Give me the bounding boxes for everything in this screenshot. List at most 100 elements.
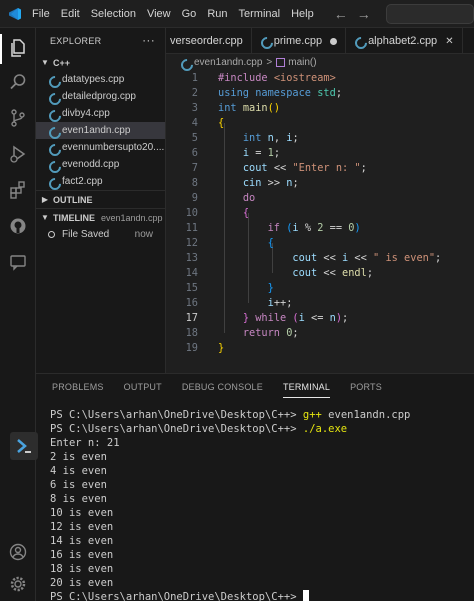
line-number: 3 [191, 102, 198, 114]
terminal-output: 14 is even [50, 535, 114, 547]
tab-output[interactable]: OUTPUT [124, 374, 162, 400]
github-icon[interactable] [6, 214, 30, 238]
modified-dot-icon[interactable] [330, 37, 338, 45]
breadcrumb: even1andn.cpp > main() [166, 54, 474, 71]
terminal-output: 20 is even [50, 577, 114, 589]
code-line: 18 return 0; [166, 326, 474, 341]
title-bar: File Edit Selection View Go Run Terminal… [0, 0, 474, 28]
explorer-sidebar: EXPLORER ··· ▼ C++ datatypes.cpp detaile… [36, 28, 166, 373]
cpp-file-icon [48, 126, 58, 136]
code-text: { [242, 207, 250, 219]
close-icon[interactable]: ✕ [445, 36, 453, 47]
menu-run[interactable]: Run [207, 8, 227, 20]
line-number: 8 [191, 177, 198, 189]
terminal-command: g++ [302, 409, 322, 421]
file-label: even1andn.cpp [62, 125, 131, 136]
code-line: 1 #include <iostream> [166, 71, 474, 86]
terminal-output: 8 is even [50, 493, 107, 505]
source-control-icon[interactable] [6, 106, 30, 130]
code-line: 12 { [166, 236, 474, 251]
timeline-section[interactable]: ▼ TIMELINE even1andn.cpp [36, 209, 165, 226]
menu-go[interactable]: Go [182, 8, 197, 20]
tab-terminal[interactable]: TERMINAL [282, 374, 331, 400]
tab-debug-console[interactable]: DEBUG CONSOLE [182, 374, 263, 400]
folder-cpp[interactable]: ▼ C++ [36, 54, 165, 71]
cpp-file-icon [48, 143, 58, 153]
activity-bar [0, 28, 36, 601]
file-item[interactable]: evenodd.cpp [36, 156, 165, 173]
file-item[interactable]: fact2.cpp [36, 173, 165, 190]
code-line: 19} [166, 341, 474, 356]
menu-view[interactable]: View [147, 8, 171, 20]
breadcrumb-symbol[interactable]: main() [288, 57, 316, 68]
explorer-title: EXPLORER [50, 36, 102, 46]
code-text: return 0; [242, 327, 299, 339]
file-item[interactable]: divby4.cpp [36, 105, 165, 122]
menu-edit[interactable]: Edit [61, 8, 80, 20]
arrow-left-icon[interactable]: ← [334, 6, 348, 22]
code-text: { [218, 117, 225, 129]
timeline-entry[interactable]: File Saved now [36, 226, 165, 243]
tab-alphabet2[interactable]: alphabet2.cpp ✕ [346, 28, 463, 53]
code-line: 4{ [166, 116, 474, 131]
cpp-file-icon [48, 109, 58, 119]
terminal-output: 2 is even [50, 451, 107, 463]
line-number: 10 [185, 207, 198, 219]
code-line: 13 cout << i << " is even"; [166, 251, 474, 266]
tab-prime[interactable]: prime.cpp [251, 28, 347, 53]
code-editor[interactable]: 1 #include <iostream> 2 using namespace st… [166, 71, 474, 373]
outline-section[interactable]: ▶ OUTLINE [36, 191, 165, 208]
search-icon[interactable] [6, 70, 30, 94]
breadcrumb-file[interactable]: even1andn.cpp [194, 57, 262, 68]
menu-terminal[interactable]: Terminal [239, 8, 281, 20]
file-label: fact2.cpp [62, 176, 103, 187]
settings-gear-icon[interactable] [6, 572, 30, 596]
account-icon[interactable] [6, 540, 30, 564]
command-center-search[interactable] [386, 4, 474, 24]
line-number: 16 [185, 297, 198, 309]
line-number: 17 [185, 312, 198, 324]
line-number: 6 [191, 147, 198, 159]
file-item-active[interactable]: even1andn.cpp [36, 122, 165, 139]
line-number: 13 [185, 252, 198, 264]
code-line: 10 { [166, 206, 474, 221]
cpp-file-icon [48, 177, 58, 187]
file-label: datatypes.cpp [62, 74, 125, 85]
arrow-right-icon[interactable]: → [357, 6, 371, 22]
remote-chat-icon[interactable] [6, 250, 30, 274]
terminal-line: PS C:\Users\arhan\OneDrive\Desktop\C++> … [50, 422, 347, 436]
code-text: cin >> n; [242, 177, 299, 189]
code-line: 3 int main() [166, 101, 474, 116]
terminal-output: 12 is even [50, 521, 114, 533]
file-item[interactable]: detailedprog.cpp [36, 88, 165, 105]
chevron-right-icon: ▶ [41, 195, 49, 204]
line-number: 11 [185, 222, 198, 234]
terminal-output: 10 is even [50, 507, 114, 519]
active-indicator [0, 34, 2, 64]
terminal-line: PS C:\Users\arhan\OneDrive\Desktop\C++> [50, 590, 309, 601]
code-line: 14 cout << endl; [166, 266, 474, 281]
tab-problems[interactable]: PROBLEMS [52, 374, 104, 400]
menu-help[interactable]: Help [291, 8, 314, 20]
tab-verseorder[interactable]: verseorder.cpp [166, 28, 252, 53]
terminal-output: 16 is even [50, 549, 114, 561]
tab-label: alphabet2.cpp [368, 35, 438, 47]
file-item[interactable]: datatypes.cpp [36, 71, 165, 88]
file-item[interactable]: evennumbersupto20.... [36, 139, 165, 156]
powershell-icon[interactable] [10, 432, 38, 460]
explorer-icon[interactable] [6, 36, 30, 60]
terminal-cursor [302, 590, 309, 601]
outline-label: OUTLINE [53, 194, 93, 205]
terminal-output: Enter n: 21 [50, 437, 120, 449]
extensions-icon[interactable] [6, 178, 30, 202]
code-line: 9 do [166, 191, 474, 206]
bottom-panel: PROBLEMS OUTPUT DEBUG CONSOLE TERMINAL P… [36, 373, 474, 601]
tab-ports[interactable]: PORTS [350, 374, 382, 400]
menu-selection[interactable]: Selection [91, 8, 136, 20]
editor-tabs: verseorder.cpp prime.cpp alphabet2.cpp ✕ [166, 28, 474, 54]
menu-file[interactable]: File [32, 8, 50, 20]
code-line: 15 } [166, 281, 474, 296]
code-text: using namespace std; [218, 87, 343, 99]
more-actions-icon[interactable]: ··· [142, 33, 155, 47]
run-debug-icon[interactable] [6, 142, 30, 166]
